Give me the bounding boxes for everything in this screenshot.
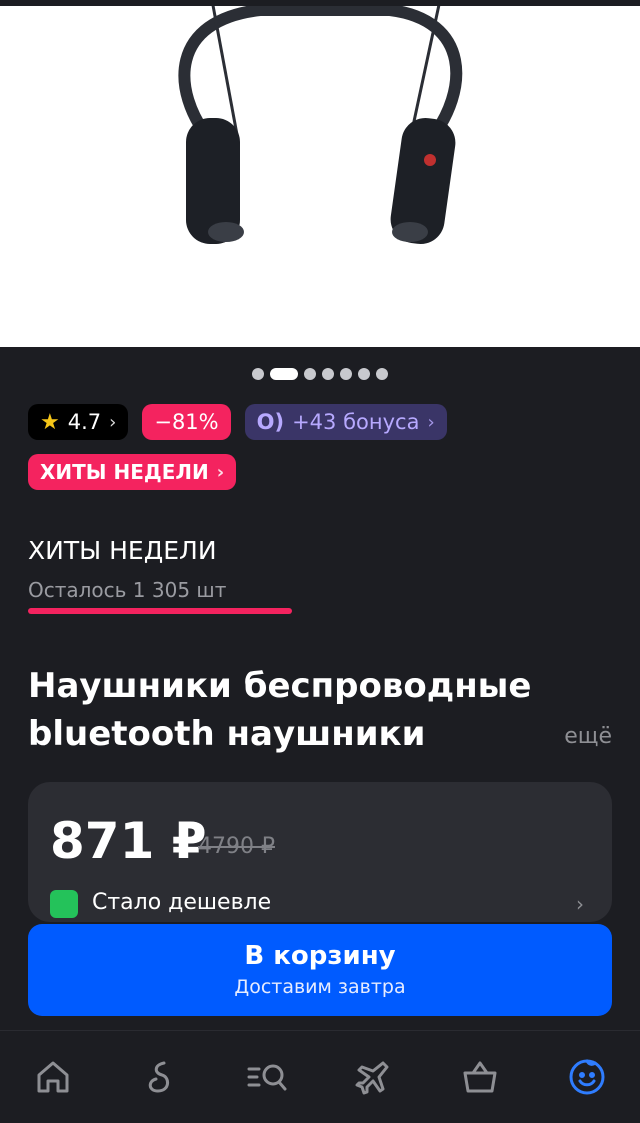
add-to-cart-button[interactable]: В корзину Доставим завтра — [28, 924, 612, 1016]
price-card[interactable]: 871 ₽ 4790 ₽ Стало дешевле › — [28, 782, 612, 922]
bonus-icon: O) — [256, 410, 285, 434]
gallery-dot[interactable] — [376, 368, 388, 380]
profile-smile-icon — [569, 1059, 605, 1095]
gallery-dot[interactable] — [322, 368, 334, 380]
home-icon — [37, 1061, 69, 1093]
nav-catalog[interactable] — [237, 1047, 297, 1107]
current-price: 871 ₽ — [50, 812, 207, 870]
discount-value: −81% — [154, 410, 219, 434]
stock-progress-bar — [28, 608, 292, 614]
gallery-dot[interactable] — [304, 368, 316, 380]
chevron-right-icon: › — [109, 411, 117, 433]
nav-home[interactable] — [23, 1047, 83, 1107]
nav-fresh[interactable] — [130, 1047, 190, 1107]
catalog-search-icon — [247, 1064, 287, 1091]
hits-badge-label: ХИТЫ НЕДЕЛИ — [40, 460, 209, 484]
promo-title: ХИТЫ НЕДЕЛИ — [28, 536, 217, 565]
travel-plane-icon — [355, 1061, 389, 1095]
rating-badge[interactable]: ★ 4.7 › — [28, 404, 129, 440]
price-drop-label: Стало дешевле — [92, 890, 272, 915]
nav-profile[interactable] — [557, 1047, 617, 1107]
gallery-dot[interactable] — [252, 368, 264, 380]
gallery-dot-active[interactable] — [270, 368, 298, 380]
discount-badge: −81% — [142, 404, 231, 440]
status-strip — [0, 0, 640, 6]
bottom-navigation — [0, 1030, 640, 1123]
ozon-fresh-icon — [148, 1061, 169, 1093]
badges-row: ★ 4.7 › −81% O) +43 бонуса › — [28, 404, 447, 440]
nav-cart[interactable] — [450, 1047, 510, 1107]
delivery-label: Доставим завтра — [234, 976, 406, 998]
more-link[interactable]: ещё — [564, 724, 612, 749]
headphones-image — [178, 0, 463, 245]
chevron-right-icon: › — [576, 892, 584, 916]
chevron-right-icon: › — [216, 461, 225, 483]
hits-week-badge[interactable]: ХИТЫ НЕДЕЛИ › — [28, 454, 237, 490]
old-price: 4790 ₽ — [198, 834, 275, 859]
bonus-value: +43 бонуса — [292, 410, 420, 434]
rating-value: 4.7 — [67, 410, 102, 434]
gallery-dot[interactable] — [340, 368, 352, 380]
star-icon: ★ — [40, 409, 60, 435]
stock-left: Осталось 1 305 шт — [28, 578, 227, 602]
gallery-dot[interactable] — [358, 368, 370, 380]
product-title: Наушники беспроводные bluetooth наушники — [28, 666, 532, 754]
bonus-badge[interactable]: O) +43 бонуса › — [244, 404, 447, 440]
nav-travel[interactable] — [343, 1047, 403, 1107]
add-to-cart-label: В корзину — [244, 941, 396, 971]
product-image[interactable] — [0, 0, 640, 347]
cart-basket-icon — [463, 1061, 497, 1093]
price-drop-icon — [50, 890, 78, 918]
chevron-right-icon: › — [427, 411, 435, 433]
gallery-pagination — [0, 368, 640, 380]
